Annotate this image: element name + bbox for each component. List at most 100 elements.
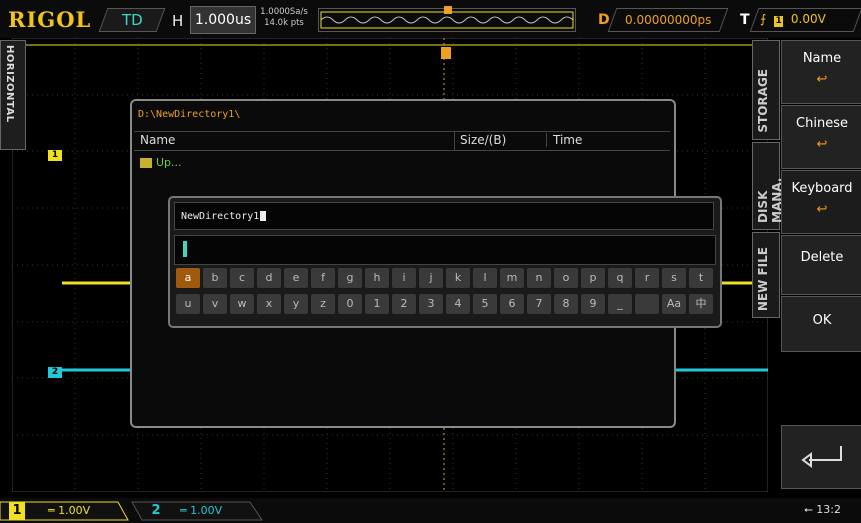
- menu-label: Name: [802, 51, 842, 66]
- key-_[interactable]: _: [608, 294, 632, 314]
- rotate-knob-icon: ↩: [816, 72, 828, 87]
- key-b[interactable]: b: [203, 268, 227, 288]
- ch2-badge[interactable]: 2: [148, 502, 164, 520]
- chinese-menu-button[interactable]: Chinese ↩: [781, 105, 861, 169]
- brand-logo: RIGOL: [8, 7, 92, 32]
- column-divider: [454, 132, 455, 150]
- key-0[interactable]: 0: [338, 294, 362, 314]
- key-8[interactable]: 8: [554, 294, 578, 314]
- key-o[interactable]: o: [554, 268, 578, 288]
- filename-text: NewDirectory1: [181, 211, 260, 222]
- key-q[interactable]: q: [608, 268, 632, 288]
- key-Aa[interactable]: Aa: [662, 294, 686, 314]
- key-blank[interactable]: [635, 294, 659, 314]
- key-e[interactable]: e: [284, 268, 308, 288]
- return-arrow-icon: [801, 446, 842, 468]
- column-name: Name: [140, 133, 176, 147]
- menu-label: OK: [812, 313, 832, 328]
- delay-value[interactable]: 0.00000000ps: [607, 8, 729, 32]
- keyboard-menu-button[interactable]: Keyboard ↩: [781, 170, 861, 234]
- horizontal-tab[interactable]: HORIZONTAL: [0, 40, 26, 150]
- column-time: Time: [546, 133, 582, 147]
- trigger-edge-icon: ⨍: [760, 12, 767, 26]
- rotate-knob-icon: ↩: [816, 137, 828, 152]
- key-中[interactable]: 中: [689, 294, 713, 314]
- sample-rate-readout: 1.0000Sa/s 14.0k pts: [256, 7, 312, 29]
- ok-menu-button[interactable]: OK: [781, 296, 861, 352]
- dc-coupling-icon: ═: [180, 504, 191, 517]
- trigger-label: T: [740, 12, 750, 28]
- delete-menu-button[interactable]: Delete: [781, 235, 861, 295]
- up-label: Up...: [156, 156, 182, 169]
- key-i[interactable]: i: [392, 268, 416, 288]
- dc-coupling-icon: ═: [48, 504, 59, 517]
- menu-label: Chinese: [796, 116, 848, 131]
- key-p[interactable]: p: [581, 268, 605, 288]
- folder-up-icon: [140, 158, 152, 168]
- trigger-readout: ⨍ 1 0.00V: [760, 12, 826, 27]
- key-w[interactable]: w: [230, 294, 254, 314]
- key-y[interactable]: y: [284, 294, 308, 314]
- key-3[interactable]: 3: [419, 294, 443, 314]
- return-button[interactable]: [781, 425, 861, 489]
- key-m[interactable]: m: [500, 268, 524, 288]
- key-4[interactable]: 4: [446, 294, 470, 314]
- key-j[interactable]: j: [419, 268, 443, 288]
- key-1[interactable]: 1: [365, 294, 389, 314]
- channel-tabs-shape: [0, 501, 263, 521]
- key-h[interactable]: h: [365, 268, 389, 288]
- menu-label: Keyboard: [791, 181, 853, 196]
- key-c[interactable]: c: [230, 268, 254, 288]
- trigger-source-icon: 1: [774, 16, 784, 27]
- key-v[interactable]: v: [203, 294, 227, 314]
- trigger-level: 0.00V: [790, 12, 826, 26]
- key-r[interactable]: r: [635, 268, 659, 288]
- key-t[interactable]: t: [689, 268, 713, 288]
- key-2[interactable]: 2: [392, 294, 416, 314]
- key-9[interactable]: 9: [581, 294, 605, 314]
- input-field[interactable]: [174, 235, 716, 265]
- delay-label: D: [598, 12, 610, 28]
- key-u[interactable]: u: [176, 294, 200, 314]
- ch2-scale-value: 1.00V: [190, 504, 223, 517]
- memory-depth: 14.0k pts: [264, 18, 304, 28]
- clock: 13:2: [816, 503, 841, 516]
- ch2-scale[interactable]: ═ 1.00V: [180, 504, 222, 517]
- ch1-marker[interactable]: 1: [48, 150, 62, 161]
- key-f[interactable]: f: [311, 268, 335, 288]
- storage-tab[interactable]: STORAGE: [752, 40, 780, 140]
- key-z[interactable]: z: [311, 294, 335, 314]
- key-n[interactable]: n: [527, 268, 551, 288]
- directory-path: D:\NewDirectory1\: [138, 109, 241, 120]
- key-5[interactable]: 5: [473, 294, 497, 314]
- key-x[interactable]: x: [257, 294, 281, 314]
- horizontal-label: H: [172, 12, 184, 30]
- filename-display: NewDirectory1: [174, 202, 714, 230]
- text-cursor: [260, 211, 267, 221]
- timebase-value[interactable]: 1.000us: [190, 6, 256, 34]
- usb-icon: ⭠: [804, 503, 817, 516]
- key-k[interactable]: k: [446, 268, 470, 288]
- ch1-badge[interactable]: 1: [9, 502, 25, 520]
- virtual-keyboard: NewDirectory1 abcdefghijklmnopqrst uvwxyz…: [168, 196, 722, 328]
- input-cursor: [183, 241, 187, 257]
- new-file-tab[interactable]: NEW FILE: [752, 232, 780, 318]
- key-l[interactable]: l: [473, 268, 497, 288]
- key-6[interactable]: 6: [500, 294, 524, 314]
- disk-manage-tab[interactable]: DISK MANA.: [752, 142, 784, 230]
- name-menu-button[interactable]: Name ↩: [781, 40, 861, 104]
- trigger-mode-tab[interactable]: TD: [98, 8, 166, 32]
- key-s[interactable]: s: [662, 268, 686, 288]
- ch2-marker[interactable]: 2: [48, 367, 62, 378]
- file-list-header: Name Size/(B) Time: [134, 131, 670, 151]
- key-d[interactable]: d: [257, 268, 281, 288]
- rotate-knob-icon: ↩: [816, 202, 828, 217]
- trigger-position-marker: [444, 6, 452, 14]
- key-g[interactable]: g: [338, 268, 362, 288]
- key-a[interactable]: a: [176, 268, 200, 288]
- menu-label: Delete: [800, 250, 844, 265]
- up-directory-item[interactable]: Up...: [140, 156, 182, 169]
- ch1-scale[interactable]: ═ 1.00V: [48, 504, 90, 517]
- sample-rate: 1.0000Sa/s: [260, 7, 308, 17]
- key-7[interactable]: 7: [527, 294, 551, 314]
